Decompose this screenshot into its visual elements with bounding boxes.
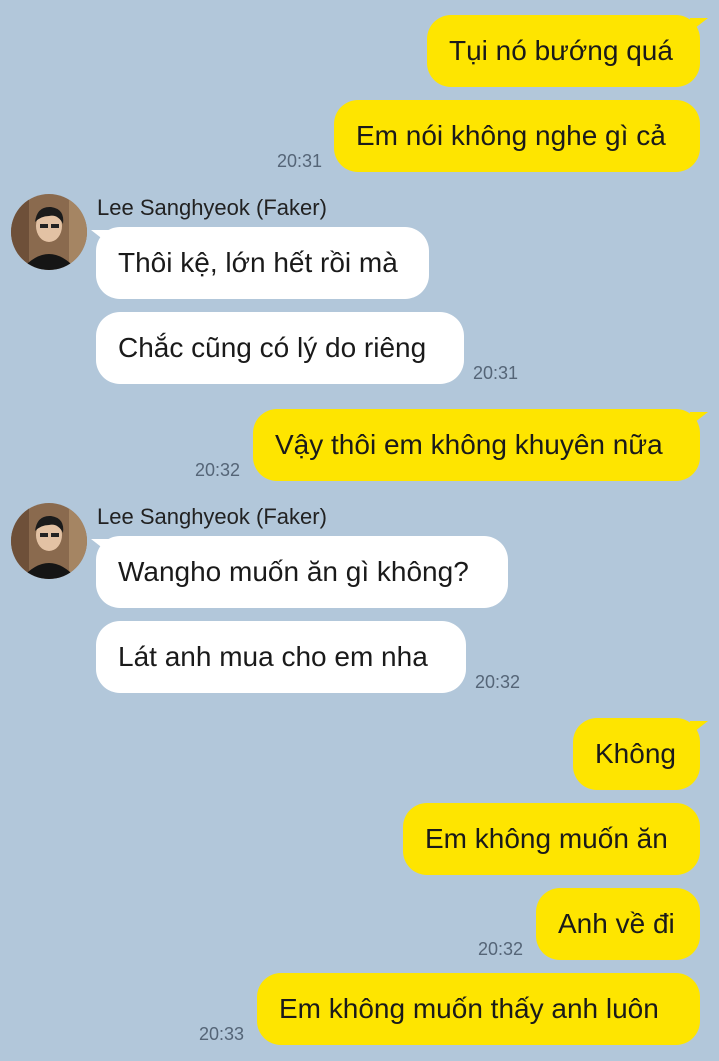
sender-avatar[interactable] bbox=[11, 503, 87, 579]
message-bubble-outgoing[interactable]: Không bbox=[573, 718, 700, 790]
message-bubble-incoming[interactable]: Lát anh mua cho em nha bbox=[96, 621, 466, 693]
avatar-photo-icon bbox=[11, 503, 87, 579]
sender-name: Lee Sanghyeok (Faker) bbox=[97, 195, 327, 220]
message-bubble-outgoing[interactable]: Tụi nó bướng quá bbox=[427, 15, 700, 87]
message-timestamp: 20:32 bbox=[195, 460, 241, 480]
message-timestamp: 20:33 bbox=[199, 1024, 245, 1044]
message-bubble-incoming[interactable]: Chắc cũng có lý do riêng bbox=[96, 312, 464, 384]
message-bubble-outgoing[interactable]: Anh về đi bbox=[536, 888, 700, 960]
message-bubble-incoming[interactable]: Thôi kệ, lớn hết rồi mà bbox=[96, 227, 429, 299]
message-bubble-outgoing[interactable]: Vậy thôi em không khuyên nữa bbox=[253, 409, 700, 481]
message-bubble-outgoing[interactable]: Em không muốn ăn bbox=[403, 803, 700, 875]
message-bubble-outgoing[interactable]: Em nói không nghe gì cả bbox=[334, 100, 700, 172]
avatar-photo-icon bbox=[11, 194, 87, 270]
sender-avatar[interactable] bbox=[11, 194, 87, 270]
message-timestamp: 20:31 bbox=[277, 151, 323, 171]
message-bubble-outgoing[interactable]: Em không muốn thấy anh luôn bbox=[257, 973, 700, 1045]
message-timestamp: 20:31 bbox=[473, 363, 519, 383]
message-bubble-incoming[interactable]: Wangho muốn ăn gì không? bbox=[96, 536, 508, 608]
message-timestamp: 20:32 bbox=[478, 939, 524, 959]
message-timestamp: 20:32 bbox=[475, 672, 521, 692]
sender-name: Lee Sanghyeok (Faker) bbox=[97, 504, 327, 529]
